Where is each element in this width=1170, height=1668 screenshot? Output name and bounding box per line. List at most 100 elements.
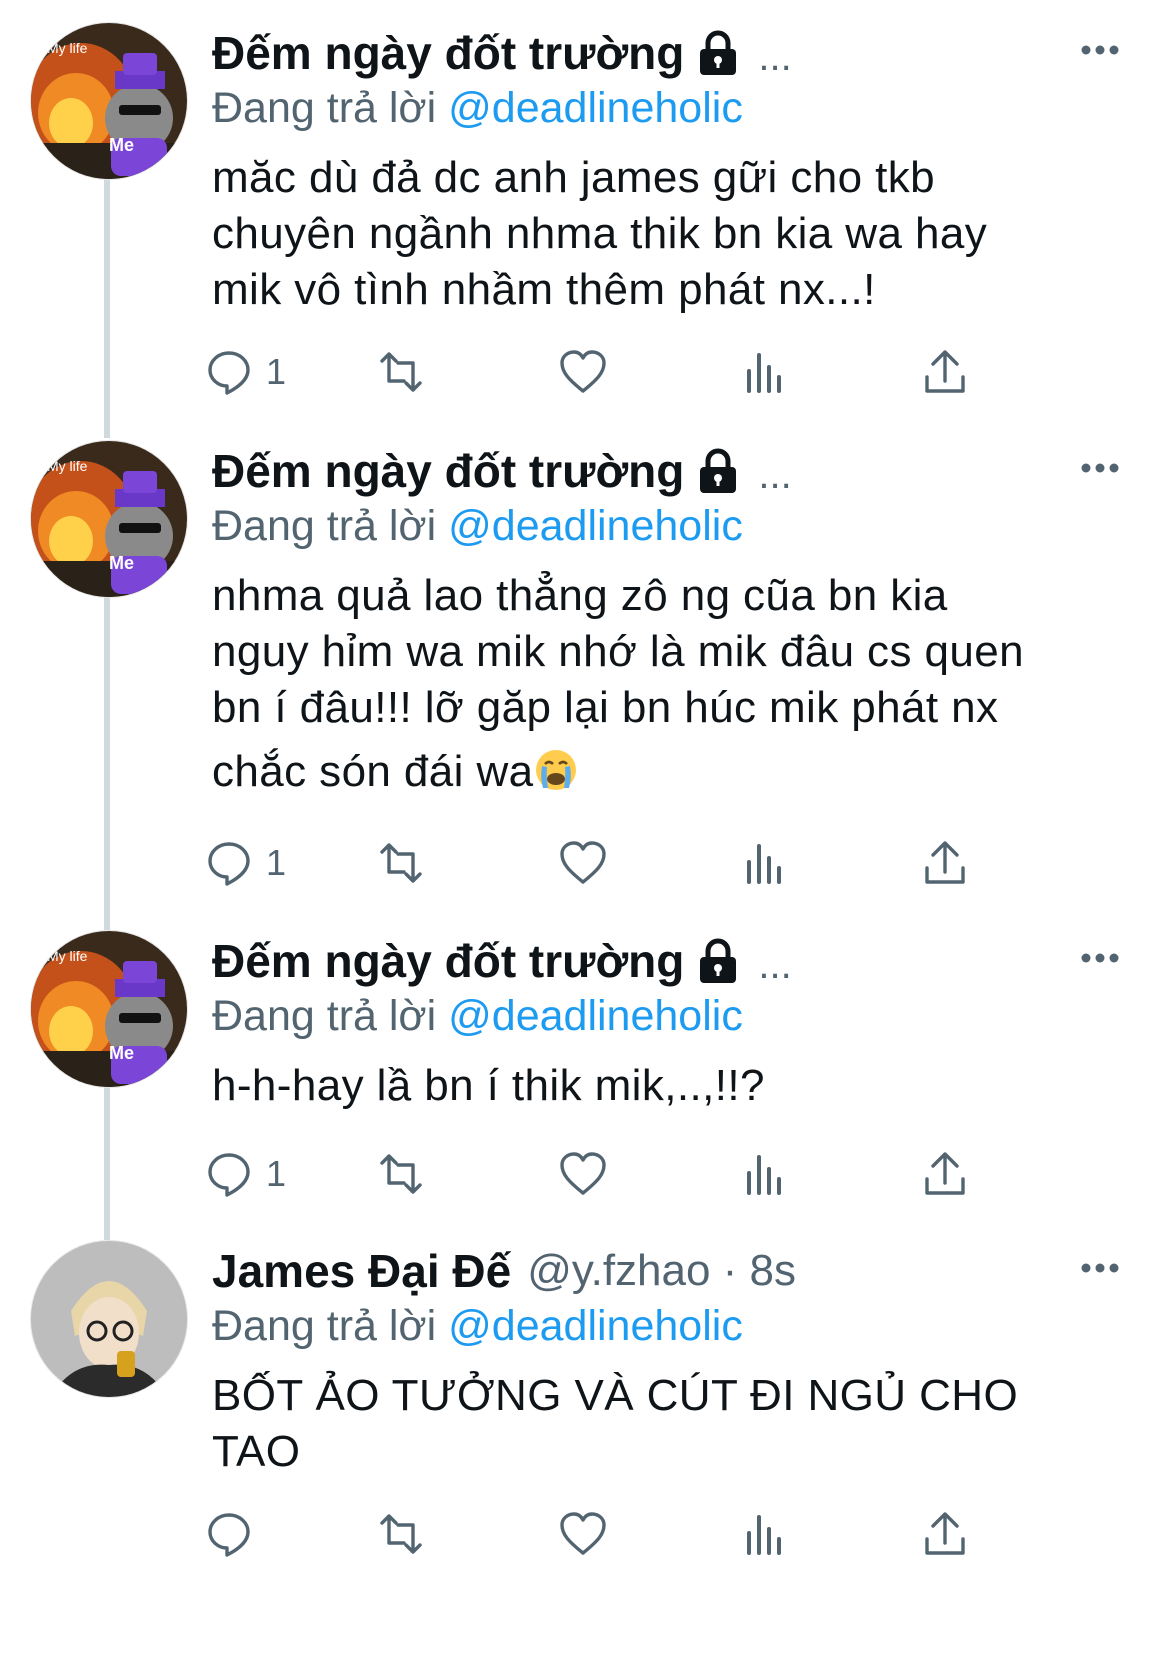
retweet-icon <box>380 352 422 392</box>
share-button[interactable] <box>920 344 970 400</box>
heart-icon <box>560 1512 606 1555</box>
tweet-text-line: nguy hỉm wa mik nhớ là mik đâu cs quen <box>212 627 1024 676</box>
author-name[interactable]: Đếm ngày đốt trường <box>212 26 684 80</box>
replying-to: Đang trả lời @deadlineholic <box>212 992 743 1041</box>
action-bar: 1 <box>208 835 1092 891</box>
views-icon <box>747 1515 781 1555</box>
retweet-button[interactable] <box>376 344 426 400</box>
tweet-header: Đếm ngày đốt trường ... <box>212 24 1110 82</box>
retweet-button[interactable] <box>376 1506 426 1562</box>
avatar-image <box>31 1241 187 1397</box>
reply-icon <box>208 351 250 395</box>
avatar-caption-top: My life <box>47 948 88 964</box>
avatar-image: My life Me <box>31 931 187 1087</box>
retweet-icon <box>380 1514 422 1554</box>
lock-icon <box>700 938 737 983</box>
like-button[interactable] <box>558 344 608 400</box>
avatar-image: My life Me <box>31 441 187 597</box>
views-button[interactable] <box>740 1506 790 1562</box>
like-button[interactable] <box>558 835 608 891</box>
avatar-caption-bottom: Me <box>109 135 134 155</box>
action-bar <box>208 1506 1092 1562</box>
reply-button[interactable]: 1 <box>204 835 286 891</box>
reply-icon <box>208 1513 250 1557</box>
author-handle-time[interactable]: @y.fzhao · 8s <box>527 1246 796 1296</box>
reply-button[interactable] <box>204 1506 254 1562</box>
lock-icon <box>700 448 737 493</box>
views-icon <box>747 1155 781 1195</box>
share-icon <box>925 1152 965 1195</box>
replying-to-label: Đang trả lời <box>212 502 437 550</box>
replying-to-label: Đang trả lời <box>212 992 437 1040</box>
views-icon <box>747 844 781 884</box>
mention-link[interactable]: @deadlineholic <box>448 1302 743 1350</box>
replying-to: Đang trả lời @deadlineholic <box>212 502 743 551</box>
action-bar: 1 <box>208 344 1092 400</box>
mention-link[interactable]: @deadlineholic <box>448 502 743 550</box>
replying-to: Đang trả lời @deadlineholic <box>212 1302 743 1351</box>
more-icon[interactable] <box>1078 1248 1122 1288</box>
retweet-button[interactable] <box>376 835 426 891</box>
tweet-text-line: bn í đâu!!! lỡ găp lại bn húc mik phát n… <box>212 683 999 732</box>
crying-face-emoji <box>535 750 576 790</box>
thread-connector <box>104 176 110 438</box>
mention-link[interactable]: @deadlineholic <box>448 84 743 132</box>
share-button[interactable] <box>920 1506 970 1562</box>
tweet-text-line: chuyên ngầnh nhma thik bn kia wa hay <box>212 209 988 258</box>
avatar[interactable] <box>30 1240 188 1398</box>
avatar-caption-top: My life <box>47 40 88 56</box>
avatar-caption-bottom: Me <box>109 1043 134 1063</box>
avatar-image: My life Me <box>31 23 187 179</box>
truncation-ellipsis: ... <box>758 452 792 497</box>
views-button[interactable] <box>740 835 790 891</box>
reply-icon <box>208 1153 250 1197</box>
retweet-button[interactable] <box>376 1146 426 1202</box>
tweet-text-line: măc dù đả dc anh james gữi cho tkb <box>212 153 935 202</box>
replying-to-label: Đang trả lời <box>212 84 437 132</box>
like-button[interactable] <box>558 1506 608 1562</box>
avatar[interactable]: My life Me <box>30 930 188 1088</box>
views-button[interactable] <box>740 1146 790 1202</box>
share-icon <box>925 1512 965 1555</box>
reply-button[interactable]: 1 <box>204 344 286 400</box>
tweet-header: Đếm ngày đốt trường ... <box>212 442 1110 500</box>
reply-button[interactable]: 1 <box>204 1146 286 1202</box>
heart-icon <box>560 1152 606 1195</box>
retweet-icon <box>380 843 422 883</box>
tweet-text: nhma quả lao thẳng zô ng cũa bn kia nguy… <box>212 568 1130 800</box>
reply-count: 1 <box>266 1153 287 1194</box>
author-name[interactable]: Đếm ngày đốt trường <box>212 444 684 498</box>
mention-link[interactable]: @deadlineholic <box>448 992 743 1040</box>
avatar[interactable]: My life Me <box>30 22 188 180</box>
share-icon <box>925 841 965 884</box>
more-icon[interactable] <box>1078 448 1122 488</box>
author-name[interactable]: James Đại Đế <box>212 1244 511 1298</box>
tweet-header: Đếm ngày đốt trường ... <box>212 932 1110 990</box>
like-button[interactable] <box>558 1146 608 1202</box>
tweet-text-line-with-emoji: chắc són đái wa <box>212 744 1130 800</box>
heart-icon <box>560 350 606 393</box>
avatar[interactable]: My life Me <box>30 440 188 598</box>
replying-to-label: Đang trả lời <box>212 1302 437 1350</box>
more-icon[interactable] <box>1078 30 1122 70</box>
tweet-text-line: chắc són đái wa <box>212 747 534 796</box>
tweet-text-line: mik vô tình nhầm thêm phát nx...! <box>212 265 876 314</box>
tweet-text: măc dù đả dc anh james gữi cho tkb chuyê… <box>212 150 1130 318</box>
more-icon[interactable] <box>1078 938 1122 978</box>
thread-connector <box>104 1086 110 1240</box>
tweet-text-line: nhma quả lao thẳng zô ng cũa bn kia <box>212 571 948 620</box>
tweet-text: BỐT ẢO TƯỞNG VÀ CÚT ĐI NGỦ CHO TAO <box>212 1368 1130 1480</box>
truncation-ellipsis: ... <box>758 942 792 987</box>
tweet-text: h-h-hay lầ bn í thik mik,..,!!? <box>212 1058 1130 1114</box>
author-name[interactable]: Đếm ngày đốt trường <box>212 934 684 988</box>
reply-count: 1 <box>266 842 287 883</box>
action-bar: 1 <box>208 1146 1092 1202</box>
views-icon <box>747 353 781 393</box>
reply-count: 1 <box>266 351 287 392</box>
tweet-text-line: TAO <box>212 1427 301 1476</box>
share-button[interactable] <box>920 835 970 891</box>
tweet-text-line: h-h-hay lầ bn í thik mik,..,!!? <box>212 1061 765 1110</box>
share-icon <box>925 350 965 393</box>
views-button[interactable] <box>740 344 790 400</box>
share-button[interactable] <box>920 1146 970 1202</box>
